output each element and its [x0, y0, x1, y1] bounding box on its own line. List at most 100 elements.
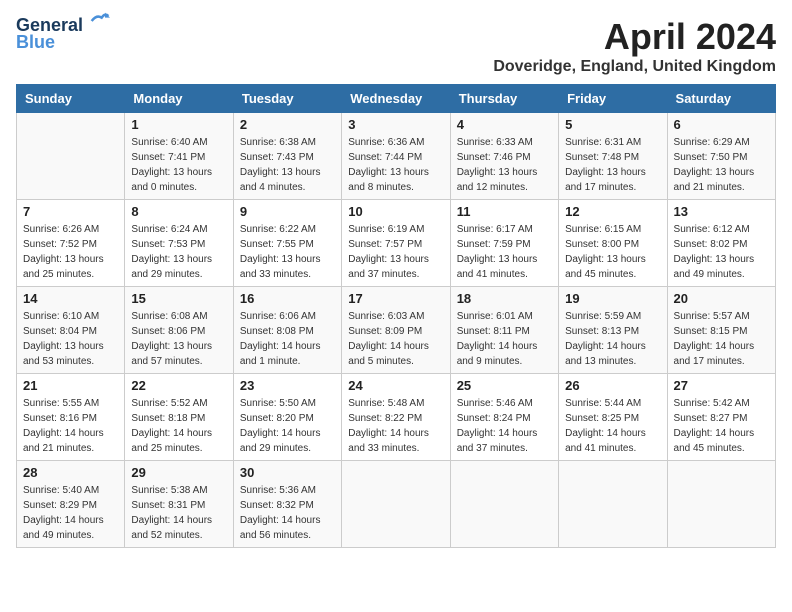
- day-info: Sunrise: 6:26 AMSunset: 7:52 PMDaylight:…: [23, 222, 118, 282]
- week-row-5: 28 Sunrise: 5:40 AMSunset: 8:29 PMDayligh…: [17, 461, 776, 548]
- day-number: 17: [348, 291, 443, 306]
- day-info: Sunrise: 6:15 AMSunset: 8:00 PMDaylight:…: [565, 222, 660, 282]
- day-info: Sunrise: 5:59 AMSunset: 8:13 PMDaylight:…: [565, 309, 660, 369]
- day-cell: 15 Sunrise: 6:08 AMSunset: 8:06 PMDayligh…: [125, 287, 233, 374]
- day-info: Sunrise: 6:36 AMSunset: 7:44 PMDaylight:…: [348, 135, 443, 195]
- day-cell: 18Sunrise: 6:01 AMSunset: 8:11 PMDayligh…: [450, 287, 558, 374]
- day-info: Sunrise: 5:52 AMSunset: 8:18 PMDaylight:…: [131, 396, 226, 456]
- day-cell: 23Sunrise: 5:50 AMSunset: 8:20 PMDayligh…: [233, 374, 341, 461]
- day-cell: 22 Sunrise: 5:52 AMSunset: 8:18 PMDayligh…: [125, 374, 233, 461]
- day-cell: [342, 461, 450, 548]
- day-info: Sunrise: 5:40 AMSunset: 8:29 PMDaylight:…: [23, 483, 118, 543]
- week-row-2: 7 Sunrise: 6:26 AMSunset: 7:52 PMDaylight…: [17, 200, 776, 287]
- day-number: 24: [348, 378, 443, 393]
- location: Doveridge, England, United Kingdom: [493, 58, 776, 76]
- week-row-4: 21 Sunrise: 5:55 AMSunset: 8:16 PMDayligh…: [17, 374, 776, 461]
- header: General Blue April 2024 Doveridge, Engla…: [16, 16, 776, 76]
- day-info: Sunrise: 5:38 AMSunset: 8:31 PMDaylight:…: [131, 483, 226, 543]
- day-number: 2: [240, 117, 335, 132]
- day-cell: 24Sunrise: 5:48 AMSunset: 8:22 PMDayligh…: [342, 374, 450, 461]
- day-info: Sunrise: 6:31 AMSunset: 7:48 PMDaylight:…: [565, 135, 660, 195]
- day-number: 16: [240, 291, 335, 306]
- day-number: 13: [674, 204, 769, 219]
- day-cell: 5 Sunrise: 6:31 AMSunset: 7:48 PMDaylight…: [559, 113, 667, 200]
- day-cell: 14 Sunrise: 6:10 AMSunset: 8:04 PMDayligh…: [17, 287, 125, 374]
- day-cell: 8 Sunrise: 6:24 AMSunset: 7:53 PMDaylight…: [125, 200, 233, 287]
- day-number: 26: [565, 378, 660, 393]
- day-info: Sunrise: 6:22 AMSunset: 7:55 PMDaylight:…: [240, 222, 335, 282]
- day-cell: [450, 461, 558, 548]
- day-number: 15: [131, 291, 226, 306]
- day-number: 30: [240, 465, 335, 480]
- day-cell: 2 Sunrise: 6:38 AMSunset: 7:43 PMDaylight…: [233, 113, 341, 200]
- day-info: Sunrise: 6:38 AMSunset: 7:43 PMDaylight:…: [240, 135, 335, 195]
- day-info: Sunrise: 5:55 AMSunset: 8:16 PMDaylight:…: [23, 396, 118, 456]
- day-cell: 9 Sunrise: 6:22 AMSunset: 7:55 PMDaylight…: [233, 200, 341, 287]
- col-header-saturday: Saturday: [667, 85, 775, 113]
- week-row-1: 1 Sunrise: 6:40 AMSunset: 7:41 PMDaylight…: [17, 113, 776, 200]
- week-row-3: 14 Sunrise: 6:10 AMSunset: 8:04 PMDayligh…: [17, 287, 776, 374]
- header-row: SundayMondayTuesdayWednesdayThursdayFrid…: [17, 85, 776, 113]
- day-cell: 25 Sunrise: 5:46 AMSunset: 8:24 PMDayligh…: [450, 374, 558, 461]
- day-cell: [17, 113, 125, 200]
- day-number: 19: [565, 291, 660, 306]
- day-info: Sunrise: 6:12 AMSunset: 8:02 PMDaylight:…: [674, 222, 769, 282]
- day-cell: 11 Sunrise: 6:17 AMSunset: 7:59 PMDayligh…: [450, 200, 558, 287]
- day-cell: 19 Sunrise: 5:59 AMSunset: 8:13 PMDayligh…: [559, 287, 667, 374]
- col-header-wednesday: Wednesday: [342, 85, 450, 113]
- month-title: April 2024: [493, 16, 776, 58]
- day-number: 27: [674, 378, 769, 393]
- day-info: Sunrise: 6:01 AMSunset: 8:11 PMDaylight:…: [457, 309, 552, 369]
- day-number: 1: [131, 117, 226, 132]
- day-cell: 13 Sunrise: 6:12 AMSunset: 8:02 PMDayligh…: [667, 200, 775, 287]
- day-info: Sunrise: 5:42 AMSunset: 8:27 PMDaylight:…: [674, 396, 769, 456]
- day-cell: 28 Sunrise: 5:40 AMSunset: 8:29 PMDayligh…: [17, 461, 125, 548]
- day-info: Sunrise: 6:24 AMSunset: 7:53 PMDaylight:…: [131, 222, 226, 282]
- day-number: 22: [131, 378, 226, 393]
- day-info: Sunrise: 6:17 AMSunset: 7:59 PMDaylight:…: [457, 222, 552, 282]
- day-cell: 20 Sunrise: 5:57 AMSunset: 8:15 PMDayligh…: [667, 287, 775, 374]
- day-number: 5: [565, 117, 660, 132]
- day-number: 11: [457, 204, 552, 219]
- day-number: 21: [23, 378, 118, 393]
- day-cell: 17 Sunrise: 6:03 AMSunset: 8:09 PMDayligh…: [342, 287, 450, 374]
- day-number: 20: [674, 291, 769, 306]
- day-info: Sunrise: 6:33 AMSunset: 7:46 PMDaylight:…: [457, 135, 552, 195]
- day-info: Sunrise: 5:46 AMSunset: 8:24 PMDaylight:…: [457, 396, 552, 456]
- day-info: Sunrise: 6:06 AMSunset: 8:08 PMDaylight:…: [240, 309, 335, 369]
- col-header-tuesday: Tuesday: [233, 85, 341, 113]
- day-info: Sunrise: 6:40 AMSunset: 7:41 PMDaylight:…: [131, 135, 226, 195]
- day-number: 7: [23, 204, 118, 219]
- day-info: Sunrise: 6:08 AMSunset: 8:06 PMDaylight:…: [131, 309, 226, 369]
- day-number: 4: [457, 117, 552, 132]
- day-cell: 7 Sunrise: 6:26 AMSunset: 7:52 PMDaylight…: [17, 200, 125, 287]
- day-number: 14: [23, 291, 118, 306]
- day-cell: [667, 461, 775, 548]
- day-number: 8: [131, 204, 226, 219]
- day-cell: 26 Sunrise: 5:44 AMSunset: 8:25 PMDayligh…: [559, 374, 667, 461]
- day-number: 28: [23, 465, 118, 480]
- day-info: Sunrise: 5:44 AMSunset: 8:25 PMDaylight:…: [565, 396, 660, 456]
- day-number: 6: [674, 117, 769, 132]
- day-number: 9: [240, 204, 335, 219]
- day-info: Sunrise: 6:10 AMSunset: 8:04 PMDaylight:…: [23, 309, 118, 369]
- day-cell: 6 Sunrise: 6:29 AMSunset: 7:50 PMDaylight…: [667, 113, 775, 200]
- day-number: 12: [565, 204, 660, 219]
- day-cell: [559, 461, 667, 548]
- logo: General Blue: [16, 16, 110, 53]
- day-cell: 30Sunrise: 5:36 AMSunset: 8:32 PMDayligh…: [233, 461, 341, 548]
- col-header-monday: Monday: [125, 85, 233, 113]
- col-header-friday: Friday: [559, 85, 667, 113]
- day-info: Sunrise: 6:03 AMSunset: 8:09 PMDaylight:…: [348, 309, 443, 369]
- day-number: 10: [348, 204, 443, 219]
- day-cell: 1 Sunrise: 6:40 AMSunset: 7:41 PMDaylight…: [125, 113, 233, 200]
- col-header-thursday: Thursday: [450, 85, 558, 113]
- day-cell: 29Sunrise: 5:38 AMSunset: 8:31 PMDayligh…: [125, 461, 233, 548]
- day-number: 25: [457, 378, 552, 393]
- day-cell: 16 Sunrise: 6:06 AMSunset: 8:08 PMDayligh…: [233, 287, 341, 374]
- day-number: 3: [348, 117, 443, 132]
- day-info: Sunrise: 5:57 AMSunset: 8:15 PMDaylight:…: [674, 309, 769, 369]
- day-info: Sunrise: 6:19 AMSunset: 7:57 PMDaylight:…: [348, 222, 443, 282]
- day-number: 23: [240, 378, 335, 393]
- day-info: Sunrise: 6:29 AMSunset: 7:50 PMDaylight:…: [674, 135, 769, 195]
